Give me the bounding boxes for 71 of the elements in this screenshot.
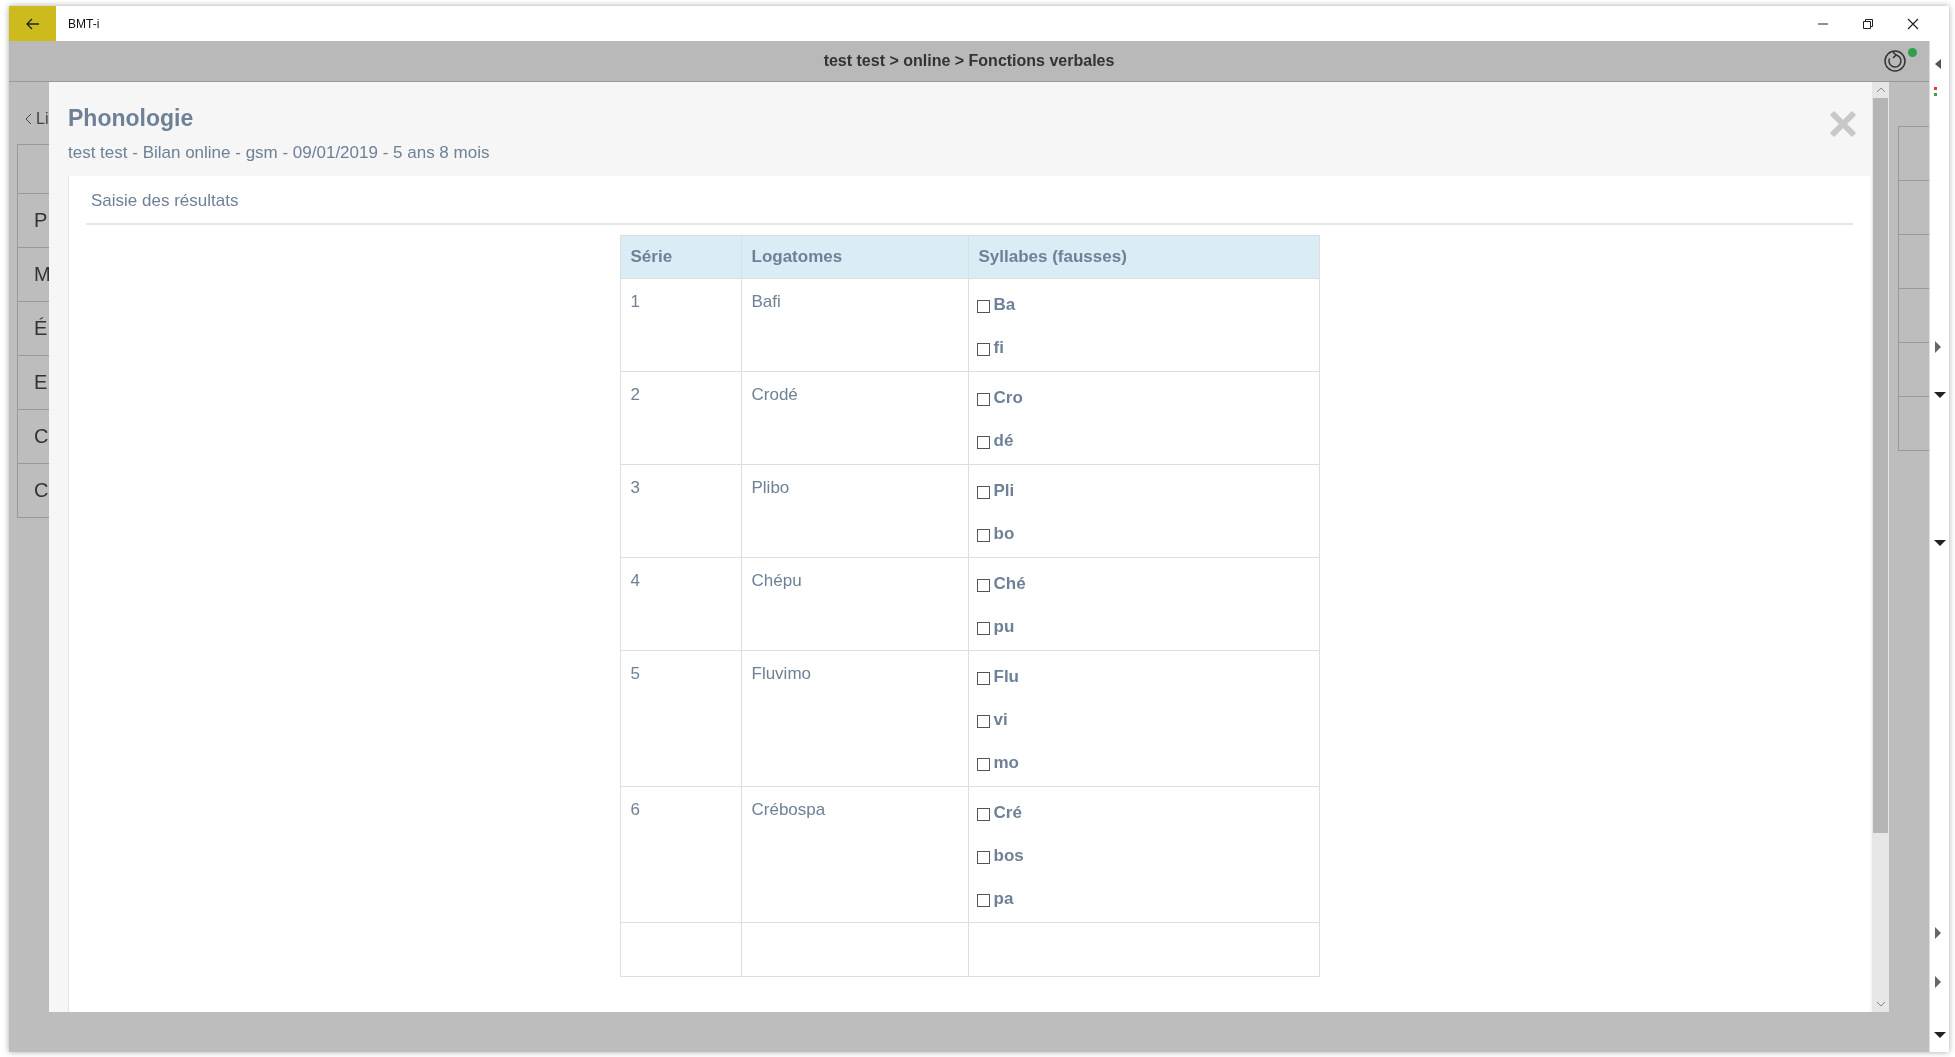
checkbox[interactable] <box>976 579 990 592</box>
list-item[interactable]: P <box>34 209 48 232</box>
caret-down-icon[interactable] <box>1934 1031 1946 1039</box>
scroll-down-icon[interactable] <box>1875 1000 1886 1008</box>
checkbox[interactable] <box>976 300 990 313</box>
syllable-label: Ba <box>993 294 1016 315</box>
syllable-label: bos <box>993 845 1024 866</box>
list-item[interactable]: É <box>34 317 48 340</box>
syllable-label: fi <box>993 337 1004 358</box>
checkbox[interactable] <box>976 486 990 499</box>
table-cell: 4 <box>620 557 741 651</box>
caret-right-icon[interactable] <box>1934 927 1942 939</box>
restore-icon[interactable] <box>1862 17 1874 30</box>
table-cell: 1 <box>620 278 741 372</box>
back-arrow-icon <box>25 17 40 30</box>
checkbox[interactable] <box>976 393 990 406</box>
syllable-label: mo <box>993 752 1019 773</box>
breadcrumb: test test > online > Fonctions verbales <box>823 52 1115 70</box>
syllable-label: Flu <box>993 666 1019 687</box>
dialog-title: Phonologie <box>68 105 195 132</box>
scroll-up-icon[interactable] <box>1875 86 1886 94</box>
caret-left-icon[interactable] <box>1934 59 1942 69</box>
syllable-label: Pli <box>993 480 1015 501</box>
list-item[interactable]: C <box>34 479 49 502</box>
checkbox[interactable] <box>976 622 990 635</box>
table-cell: 6 <box>620 786 741 923</box>
back-link[interactable]: Li <box>36 110 49 128</box>
syllable-label: dé <box>993 430 1014 451</box>
table-cell: 2 <box>620 371 741 465</box>
caret-down-icon[interactable] <box>1934 539 1946 547</box>
syllable-label: pu <box>993 616 1015 637</box>
table-cell: 3 <box>620 464 741 558</box>
column-header: Logatomes <box>741 235 968 279</box>
checkbox[interactable] <box>976 758 990 771</box>
list-item[interactable]: E <box>34 371 48 394</box>
column-header: Syllabes (fausses) <box>968 235 1319 279</box>
table-cell: Chépu <box>741 557 968 651</box>
caret-right-icon[interactable] <box>1934 341 1942 353</box>
list-item[interactable]: C <box>34 425 49 448</box>
table-cell: 5 <box>620 650 741 787</box>
syllable-label: Cré <box>993 802 1022 823</box>
checkbox[interactable] <box>976 529 990 542</box>
table-cell: Crébospa <box>741 786 968 923</box>
checkbox[interactable] <box>976 343 990 356</box>
checkbox[interactable] <box>976 672 990 685</box>
chevron-left-icon <box>25 113 33 125</box>
table-cell: Fluvimo <box>741 650 968 787</box>
list-item[interactable]: M <box>34 263 51 286</box>
syllable-label: Ché <box>993 573 1026 594</box>
table-cell: Crodé <box>741 371 968 465</box>
checkbox[interactable] <box>976 808 990 821</box>
checkbox[interactable] <box>976 715 990 728</box>
checkbox[interactable] <box>976 851 990 864</box>
section-title: Saisie des résultats <box>86 176 1853 225</box>
refresh-icon[interactable] <box>1883 49 1907 73</box>
scrollbar[interactable] <box>1872 82 1889 1012</box>
column-header: Série <box>620 235 741 279</box>
syllable-label: pa <box>993 888 1014 909</box>
color-marks-icon <box>1934 87 1938 97</box>
caret-right-icon[interactable] <box>1934 976 1942 988</box>
syllable-label: bo <box>993 523 1015 544</box>
window-title: BMT-i <box>68 16 100 31</box>
table-cell: Bafi <box>741 278 968 372</box>
checkbox[interactable] <box>976 436 990 449</box>
dialog-subtitle: test test - Bilan online - gsm - 09/01/2019 - 5 ans 8 mois <box>68 143 490 163</box>
checkbox[interactable] <box>976 894 990 907</box>
syllable-label: vi <box>993 709 1008 730</box>
syllable-label: Cro <box>993 387 1023 408</box>
table-cell: Plibo <box>741 464 968 558</box>
caret-down-icon[interactable] <box>1934 391 1946 399</box>
close-icon[interactable] <box>1907 17 1919 30</box>
